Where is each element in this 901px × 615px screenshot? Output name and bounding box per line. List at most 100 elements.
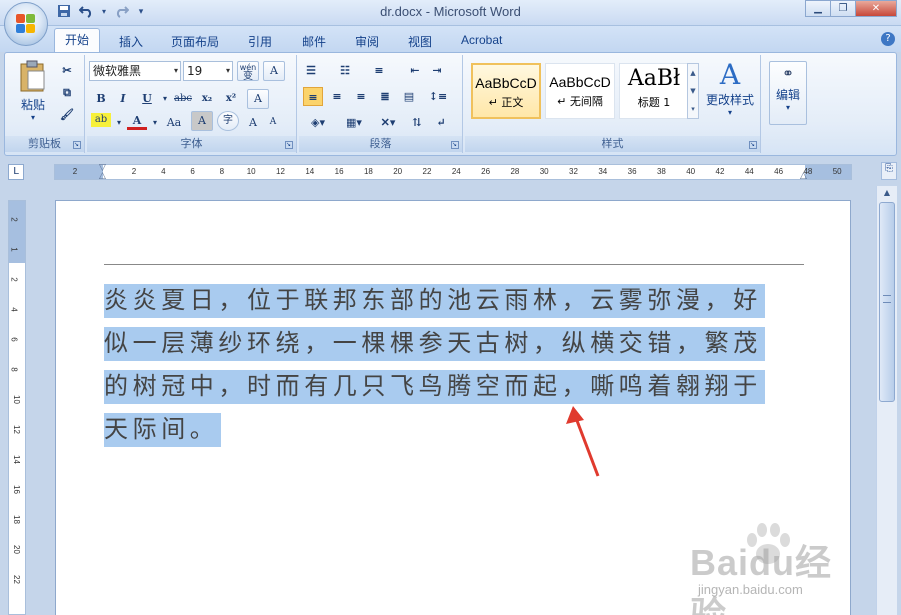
style-heading-1[interactable]: AaBł 标题 1: [619, 63, 689, 119]
ruler-tick-label: 10: [246, 167, 256, 176]
multilevel-list-icon[interactable]: ≡: [369, 61, 389, 80]
italic-button[interactable]: I: [113, 89, 133, 108]
show-hide-marks-icon[interactable]: ↵: [431, 113, 451, 132]
tab-references[interactable]: 引用: [248, 30, 272, 53]
enclose-characters-button[interactable]: 字: [217, 111, 239, 131]
top-margin-area: [9, 201, 25, 263]
help-icon[interactable]: ?: [881, 32, 895, 46]
chevron-down-icon: ▾: [225, 66, 230, 75]
ruler-tick-label: 36: [627, 167, 637, 176]
paste-dropdown-icon[interactable]: ▾: [13, 113, 53, 122]
justify-icon[interactable]: ≣: [375, 87, 395, 106]
grip-icon: [883, 295, 891, 303]
strikethrough-button[interactable]: abc: [171, 89, 195, 108]
paragraph-dialog-launcher-icon[interactable]: ↘: [451, 141, 459, 149]
highlight-button[interactable]: ab: [91, 113, 111, 127]
ruler-tick-label: 2: [131, 167, 137, 176]
vertical-ruler-tick-label: 12: [11, 425, 21, 434]
vertical-ruler-tick-label: 22: [11, 575, 21, 584]
ruler-row: L 2 2 4 6 8 10 12 14 16 18 20 22 24 26 28 30 32 34 36 38 40 4…: [0, 158, 901, 186]
minimize-icon[interactable]: ▁: [805, 0, 831, 17]
character-shading-button[interactable]: A: [191, 111, 213, 131]
bullets-icon[interactable]: ☰: [301, 61, 321, 80]
grow-font-button[interactable]: A: [243, 113, 263, 132]
ruler-tick-label: 42: [715, 167, 725, 176]
tab-insert[interactable]: 插入: [119, 30, 143, 53]
title-bar: ▾ ▾ dr.docx - Microsoft Word ▁ ❐ ✕: [0, 0, 901, 26]
office-button[interactable]: [4, 2, 48, 46]
format-painter-icon[interactable]: 🖌: [57, 105, 77, 124]
copy-icon[interactable]: ⧉: [57, 83, 77, 102]
subscript-button[interactable]: x₂: [197, 89, 217, 108]
tab-page-layout[interactable]: 页面布局: [171, 30, 219, 53]
vertical-scrollbar[interactable]: ▲: [876, 186, 897, 615]
superscript-button[interactable]: x²: [221, 89, 241, 108]
style-normal[interactable]: AaBbCcD ↵ 正文: [471, 63, 541, 119]
font-dialog-launcher-icon[interactable]: ↘: [285, 141, 293, 149]
tab-home[interactable]: 开始: [54, 28, 101, 54]
character-border-button[interactable]: A: [263, 61, 285, 81]
underline-button[interactable]: U: [137, 89, 157, 108]
view-ruler-icon[interactable]: ⎘: [881, 162, 897, 180]
tab-acrobat[interactable]: Acrobat: [461, 30, 502, 50]
style-no-spacing[interactable]: AaBbCcD ↵ 无间隔: [545, 63, 615, 119]
line-spacing-icon[interactable]: ↕≡: [423, 87, 453, 106]
change-styles-button[interactable]: A 更改样式 ▾: [703, 59, 757, 131]
tab-review[interactable]: 审阅: [355, 30, 379, 53]
editing-button[interactable]: ⚭ 编辑 ▾: [769, 61, 807, 125]
ruler-tick-label: 14: [305, 167, 315, 176]
font-size-select[interactable]: 19 ▾: [183, 61, 233, 81]
paste-button[interactable]: 粘贴 ▾: [13, 59, 53, 123]
tab-view[interactable]: 视图: [408, 30, 432, 53]
align-left-icon[interactable]: ≡: [303, 87, 323, 106]
shading-icon[interactable]: ◈▾: [303, 113, 333, 132]
scroll-up-icon[interactable]: ▲: [879, 188, 895, 202]
right-indent-marker-icon[interactable]: △: [800, 171, 807, 181]
chinese-layout-icon[interactable]: ✕▾: [373, 113, 403, 132]
font-name-select[interactable]: 微软雅黑 ▾: [89, 61, 181, 81]
style-sample: AaBł: [627, 66, 681, 91]
clipboard-dialog-launcher-icon[interactable]: ↘: [73, 141, 81, 149]
distributed-icon[interactable]: ▤: [399, 87, 419, 106]
tab-mailings[interactable]: 邮件: [302, 30, 326, 53]
change-case-button[interactable]: Aa: [161, 113, 187, 132]
align-center-icon[interactable]: ≡: [327, 87, 347, 106]
vertical-ruler-tick-label: 8: [9, 367, 19, 372]
horizontal-ruler[interactable]: 2 2 4 6 8 10 12 14 16 18 20 22 24 26 28 30 32 34 36 38 40 42 4…: [54, 164, 852, 181]
red-arrow-annotation: [566, 406, 600, 477]
ruler-tick-label: 44: [744, 167, 754, 176]
numbering-icon[interactable]: ☷: [335, 61, 355, 80]
restore-icon[interactable]: ❐: [830, 0, 856, 17]
clear-formatting-button[interactable]: A: [247, 89, 269, 109]
style-name: ↵ 正文: [488, 96, 524, 109]
group-editing: ⚭ 编辑 ▾: [767, 55, 811, 153]
increase-indent-icon[interactable]: ⇥: [427, 61, 447, 80]
indent-marker-icon[interactable]: ▽ △: [99, 164, 109, 181]
ruler-tick-label: 34: [598, 167, 608, 176]
font-color-button[interactable]: A: [127, 111, 147, 130]
styles-scroll[interactable]: ▲ ▼ ▾: [687, 63, 699, 119]
font-group-label: 字体: [87, 136, 296, 152]
vertical-ruler-tick-label: 6: [9, 337, 19, 342]
scrollbar-thumb[interactable]: [879, 202, 895, 402]
cut-icon[interactable]: ✂: [57, 61, 77, 80]
align-right-icon[interactable]: ≡: [351, 87, 371, 106]
selected-text[interactable]: 炎炎夏日，位于联邦东部的池云雨林，云雾弥漫，好似一层薄纱环绕，一棵棵参天古树，纵…: [104, 284, 765, 447]
borders-icon[interactable]: ▦▾: [339, 113, 369, 132]
decrease-indent-icon[interactable]: ⇤: [405, 61, 425, 80]
ruler-tick-label: 2: [72, 167, 78, 176]
ruler-tick-label: 38: [656, 167, 666, 176]
phonetic-guide-button[interactable]: wén 变: [237, 61, 259, 82]
sort-icon[interactable]: ⇅: [407, 113, 427, 132]
close-icon[interactable]: ✕: [855, 0, 897, 17]
ruler-tick-label: 46: [774, 167, 784, 176]
highlight-dropdown-icon[interactable]: ▾: [109, 113, 129, 132]
document-body[interactable]: 炎炎夏日，位于联邦东部的池云雨林，云雾弥漫，好似一层薄纱环绕，一棵棵参天古树，纵…: [104, 279, 774, 451]
shrink-font-button[interactable]: A: [263, 113, 283, 132]
office-logo-icon: [16, 14, 36, 34]
styles-dialog-launcher-icon[interactable]: ↘: [749, 141, 757, 149]
vertical-ruler-tick-label: 4: [9, 307, 19, 312]
bold-button[interactable]: B: [91, 89, 111, 108]
vertical-ruler-tick-label: 2: [9, 217, 19, 222]
tab-selector[interactable]: L: [8, 164, 24, 180]
